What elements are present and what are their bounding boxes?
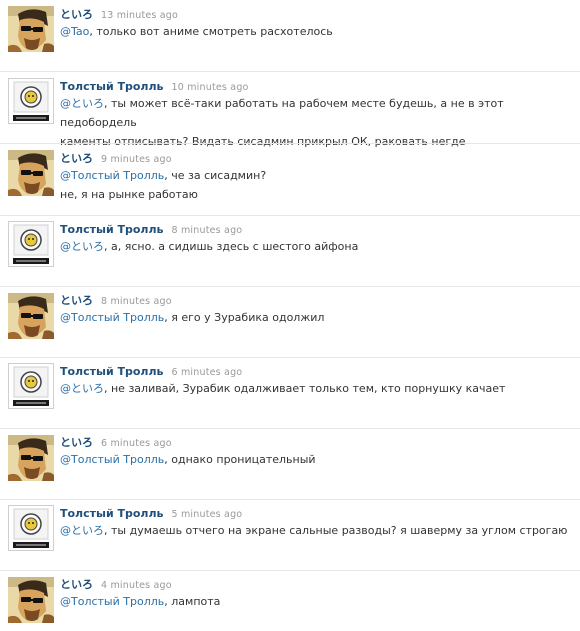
sunglasses-man-avatar[interactable]	[8, 293, 54, 339]
troll-badge-avatar[interactable]	[8, 221, 54, 267]
mention-link[interactable]: @Tao	[60, 25, 89, 38]
sunglasses-man-avatar[interactable]	[8, 150, 54, 196]
tweet-line: @Толстый Тролль, однако проницательный	[60, 450, 575, 469]
tweet-text: @Толстый Тролль, лампота	[60, 592, 575, 611]
timestamp[interactable]: 8 minutes ago	[101, 296, 172, 307]
tweet-line-text: , однако проницательный	[164, 453, 316, 466]
timestamp[interactable]: 4 minutes ago	[101, 580, 172, 591]
sunglasses-man-avatar[interactable]	[8, 435, 54, 481]
tweet-line-text: , я его у Зурабика одолжил	[164, 311, 325, 324]
tweet-line: @Толстый Тролль, лампота	[60, 592, 575, 611]
author-name[interactable]: Толстый Тролль	[60, 223, 164, 236]
mention-link[interactable]: @Толстый Тролль	[60, 453, 164, 466]
author-name[interactable]: Толстый Тролль	[60, 80, 164, 93]
tweet-meta: といろ 13 minutes ago	[60, 8, 178, 23]
tweet-line-text: не, я на рынке работаю	[60, 188, 198, 201]
tweet-text: @Толстый Тролль, че за сисадмин? не, я н…	[60, 166, 575, 204]
tweet-item: といろ 4 minutes ago @Толстый Тролль, лампот…	[0, 571, 580, 631]
tweet-meta: Толстый Тролль 10 minutes ago	[60, 80, 249, 95]
tweet-item: といろ 13 minutes ago @Tao, только вот аниме…	[0, 0, 580, 72]
mention-link[interactable]: @Толстый Тролль	[60, 311, 164, 324]
troll-badge-avatar[interactable]	[8, 78, 54, 124]
timestamp[interactable]: 6 minutes ago	[172, 367, 243, 378]
tweet-item: Толстый Тролль 10 minutes ago @といろ, ты мо…	[0, 72, 580, 148]
author-name[interactable]: Толстый Тролль	[60, 507, 164, 520]
timestamp[interactable]: 5 minutes ago	[172, 509, 243, 520]
tweet-item: Толстый Тролль 6 minutes ago @といろ, не зал…	[0, 358, 580, 429]
tweet-item: といろ 9 minutes ago @Толстый Тролль, че за …	[0, 144, 580, 216]
tweet-line: @Tao, только вот аниме смотреть расхотел…	[60, 22, 575, 41]
tweet-text: @といろ, не заливай, Зурабик одалживает тол…	[60, 379, 575, 398]
troll-badge-avatar[interactable]	[8, 363, 54, 409]
tweet-item: Толстый Тролль 5 minutes ago @といろ, ты дум…	[0, 500, 580, 571]
tweet-meta: といろ 9 minutes ago	[60, 152, 172, 167]
tweet-feed: といろ 13 minutes ago @Tao, только вот аниме…	[0, 0, 580, 629]
tweet-line-text: , лампота	[164, 595, 221, 608]
tweet-line-text: , ты может всё-таки работать на рабочем …	[60, 97, 504, 129]
tweet-item: といろ 8 minutes ago @Толстый Тролль, я его …	[0, 287, 580, 358]
author-name[interactable]: といろ	[60, 578, 93, 591]
tweet-line: @といろ, а, ясно. а сидишь здесь с шестого …	[60, 237, 575, 256]
tweet-line: @Толстый Тролль, я его у Зурабика одолжи…	[60, 308, 575, 327]
tweet-line-text: , не заливай, Зурабик одалживает только …	[104, 382, 506, 395]
mention-link[interactable]: @Толстый Тролль	[60, 169, 164, 182]
timestamp[interactable]: 13 minutes ago	[101, 10, 178, 21]
mention-link[interactable]: @Толстый Тролль	[60, 595, 164, 608]
tweet-text: @Tao, только вот аниме смотреть расхотел…	[60, 22, 575, 41]
tweet-line: @といろ, ты может всё-таки работать на рабо…	[60, 94, 575, 132]
tweet-line-text: , ты думаешь отчего на экране сальные ра…	[104, 524, 568, 537]
tweet-line: @といろ, не заливай, Зурабик одалживает тол…	[60, 379, 575, 398]
tweet-meta: Толстый Тролль 5 minutes ago	[60, 507, 242, 522]
tweet-item: Толстый Тролль 8 minutes ago @といろ, а, ясн…	[0, 216, 580, 287]
tweet-text: @といろ, ты думаешь отчего на экране сальны…	[60, 521, 575, 540]
tweet-meta: といろ 6 minutes ago	[60, 436, 172, 451]
tweet-line-text: , че за сисадмин?	[164, 169, 267, 182]
troll-badge-avatar[interactable]	[8, 505, 54, 551]
tweet-text: @Толстый Тролль, однако проницательный	[60, 450, 575, 469]
timestamp[interactable]: 10 minutes ago	[172, 82, 249, 93]
tweet-text: @といろ, а, ясно. а сидишь здесь с шестого …	[60, 237, 575, 256]
timestamp[interactable]: 9 minutes ago	[101, 154, 172, 165]
sunglasses-man-avatar[interactable]	[8, 577, 54, 623]
timestamp[interactable]: 6 minutes ago	[101, 438, 172, 449]
tweet-line-text: , а, ясно. а сидишь здесь с шестого айфо…	[104, 240, 359, 253]
tweet-text: @Толстый Тролль, я его у Зурабика одолжи…	[60, 308, 575, 327]
author-name[interactable]: といろ	[60, 152, 93, 165]
mention-link[interactable]: @といろ	[60, 382, 104, 395]
author-name[interactable]: Толстый Тролль	[60, 365, 164, 378]
author-name[interactable]: といろ	[60, 294, 93, 307]
tweet-meta: Толстый Тролль 8 minutes ago	[60, 223, 242, 238]
tweet-line: не, я на рынке работаю	[60, 185, 575, 204]
tweet-meta: Толстый Тролль 6 minutes ago	[60, 365, 242, 380]
tweet-line: @Толстый Тролль, че за сисадмин?	[60, 166, 575, 185]
tweet-meta: といろ 4 minutes ago	[60, 578, 172, 593]
timestamp[interactable]: 8 minutes ago	[172, 225, 243, 236]
tweet-item: といろ 6 minutes ago @Толстый Тролль, однако…	[0, 429, 580, 500]
sunglasses-man-avatar[interactable]	[8, 6, 54, 52]
author-name[interactable]: といろ	[60, 8, 93, 21]
tweet-meta: といろ 8 minutes ago	[60, 294, 172, 309]
mention-link[interactable]: @といろ	[60, 524, 104, 537]
mention-link[interactable]: @といろ	[60, 240, 104, 253]
tweet-line: @といろ, ты думаешь отчего на экране сальны…	[60, 521, 575, 540]
tweet-line-text: , только вот аниме смотреть расхотелось	[89, 25, 333, 38]
author-name[interactable]: といろ	[60, 436, 93, 449]
mention-link[interactable]: @といろ	[60, 97, 104, 110]
